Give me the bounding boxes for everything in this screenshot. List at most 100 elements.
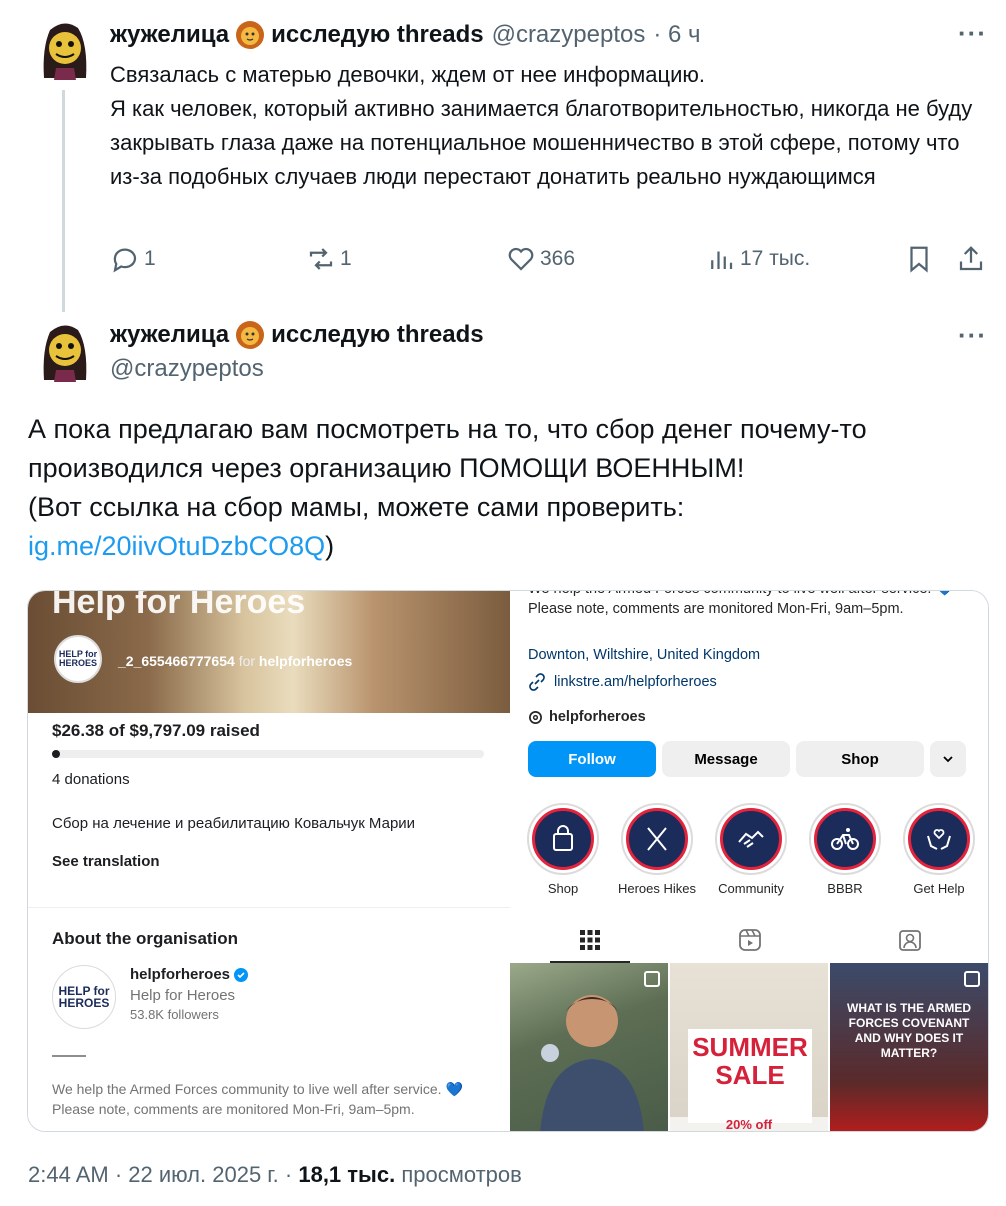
post-thumbnail [510, 963, 668, 1131]
separator: · [114, 1162, 123, 1187]
multi-post-icon [644, 971, 660, 987]
author-name[interactable]: жужелица [110, 21, 229, 49]
tab-tagged [830, 917, 988, 963]
tagged-icon [899, 930, 921, 951]
threads-handle: helpforheroes [528, 709, 646, 725]
threads-icon [529, 710, 542, 724]
bookmark-icon [910, 246, 928, 273]
post-thumbnail: SUMMER SALE 20% off [670, 963, 828, 1131]
share-button[interactable] [956, 244, 990, 274]
tweet-text-line: А пока предлагаю вам посмотреть на то, ч… [28, 414, 867, 483]
highlight-shop: Shop [522, 803, 604, 896]
see-translation-link: See translation [52, 853, 160, 870]
tweet-date[interactable]: 22 июл. 2025 г. [128, 1162, 278, 1187]
lion-emoji-icon [236, 321, 265, 349]
highlight-label: Community [718, 881, 784, 896]
tweet-text-close: ) [325, 531, 335, 561]
progress-fill [52, 750, 60, 758]
tweet1-author-row: жужелица исследую threads @crazypeptos ·… [110, 20, 701, 50]
handshake-icon [738, 830, 764, 848]
repost-button[interactable]: 1 [306, 244, 352, 274]
tweet-timestamp: 2:44 AM · 22 июл. 2025 г. · 18,1 тыс. пр… [28, 1162, 522, 1188]
tweet-time-full[interactable]: 2:44 AM [28, 1162, 109, 1187]
tab-posts [510, 917, 670, 963]
raised-amount: $26.38 of $9,797.09 raised [52, 721, 260, 740]
views-icon [711, 251, 733, 269]
highlight-label: Heroes Hikes [617, 881, 697, 896]
tweet-text: Связалась с матерью девочки, ждем от нее… [110, 62, 973, 189]
like-count: 366 [540, 247, 576, 270]
divider [28, 907, 510, 908]
bookmark-button[interactable] [904, 244, 938, 274]
sale-discount: 20% off [670, 1117, 828, 1131]
chevron-down-icon [943, 756, 953, 763]
banner-title: Help for Heroes [52, 590, 306, 621]
repost-icon [309, 248, 333, 270]
reply-icon [113, 248, 137, 273]
views-total: 18,1 тыс. [298, 1162, 396, 1187]
lion-emoji-icon [236, 21, 265, 49]
avatar[interactable] [36, 320, 92, 382]
fundraiser-banner: Help for Heroes HELP for HEROES _2_65546… [28, 591, 510, 713]
highlight-label: Shop [547, 881, 579, 896]
tweet-media-image[interactable]: Help for Heroes HELP for HEROES _2_65546… [27, 590, 989, 1132]
more-options-icon[interactable]: ··· [958, 322, 987, 348]
org-logo: HELP for HEROES [52, 965, 116, 1029]
grid-icon [580, 930, 600, 950]
more-options-icon[interactable]: ··· [958, 20, 987, 46]
views-label: просмотров [401, 1162, 522, 1187]
highlight-community: Community [710, 803, 792, 896]
highlight-heroes-hikes: Heroes Hikes [616, 803, 698, 896]
profile-location: Downton, Wiltshire, United Kingdom [528, 647, 761, 663]
org-followers: 53.8K followers [130, 1007, 219, 1022]
post-thumbnail: WHAT IS THE ARMED FORCES COVENANT AND WH… [830, 963, 988, 1131]
tab-reels [670, 917, 830, 963]
sale-banner: SUMMER SALE [688, 1029, 812, 1123]
bag-icon [553, 825, 573, 851]
org-bio: We help the Armed Forces community to li… [52, 1081, 463, 1117]
like-button[interactable]: 366 [506, 244, 575, 274]
author-name-suffix: исследую threads [271, 21, 484, 48]
fundraiser-description: Сбор на лечение и реабилитацию Ковальчук… [52, 815, 416, 832]
author-handle[interactable]: @crazypeptos [110, 355, 264, 383]
profile-link-text: linkstre.am/helpforheroes [554, 674, 717, 690]
follow-button: Follow [528, 741, 656, 777]
more-button [930, 741, 966, 777]
message-button: Message [662, 741, 790, 777]
tweet-text-line: (Вот ссылка на сбор мамы, можете сами пр… [28, 492, 685, 522]
reply-count: 1 [144, 247, 156, 270]
reels-icon [739, 929, 761, 951]
shop-button: Shop [796, 741, 924, 777]
org-name: helpforheroes [130, 966, 249, 983]
post-overlay-text: WHAT IS THE ARMED FORCES COVENANT AND WH… [847, 1001, 971, 1060]
hfh-logo: HELP for HEROES [54, 635, 102, 683]
tweet-actions: 1 1 366 17 тыс. [0, 244, 1006, 284]
poles-icon [647, 827, 667, 851]
fundraiser-user: _2_655466777654 for helpforheroes [118, 653, 352, 669]
verified-icon [234, 967, 249, 982]
tweet-link[interactable]: ig.me/20iivOtuDzbCO8Q [28, 531, 325, 561]
repost-count: 1 [340, 247, 352, 270]
donations-count: 4 donations [52, 771, 130, 788]
fundraiser-for: for [238, 653, 256, 669]
profile-link: linkstre.am/helpforheroes [528, 673, 717, 691]
views-count: 17 тыс. [740, 247, 811, 270]
highlight-label: BBBR [827, 881, 863, 896]
sale-text: SUMMER SALE [692, 1032, 808, 1090]
author-handle[interactable]: @crazypeptos [492, 21, 646, 49]
tweet-time[interactable]: · 6 ч [653, 21, 700, 49]
tweet-text: А пока предлагаю вам посмотреть на то, ч… [28, 410, 988, 566]
tweet2-handle-row: @crazypeptos [110, 355, 264, 383]
author-name[interactable]: жужелица [110, 321, 229, 349]
fundraiser-org-handle: helpforheroes [258, 653, 353, 669]
threads-handle-text: helpforheroes [549, 709, 646, 725]
reply-button[interactable]: 1 [110, 244, 156, 274]
heart-hands-icon [927, 829, 951, 850]
tweet2-author-row: жужелица исследую threads [110, 320, 484, 350]
highlight-get-help: Get Help [898, 803, 980, 896]
views-button[interactable]: 17 тыс. [706, 244, 810, 274]
about-heading: About the organisation [52, 929, 239, 948]
fundraiser-user-name: _2_655466777654 [118, 653, 235, 669]
avatar[interactable] [36, 18, 92, 80]
share-icon [959, 246, 983, 271]
